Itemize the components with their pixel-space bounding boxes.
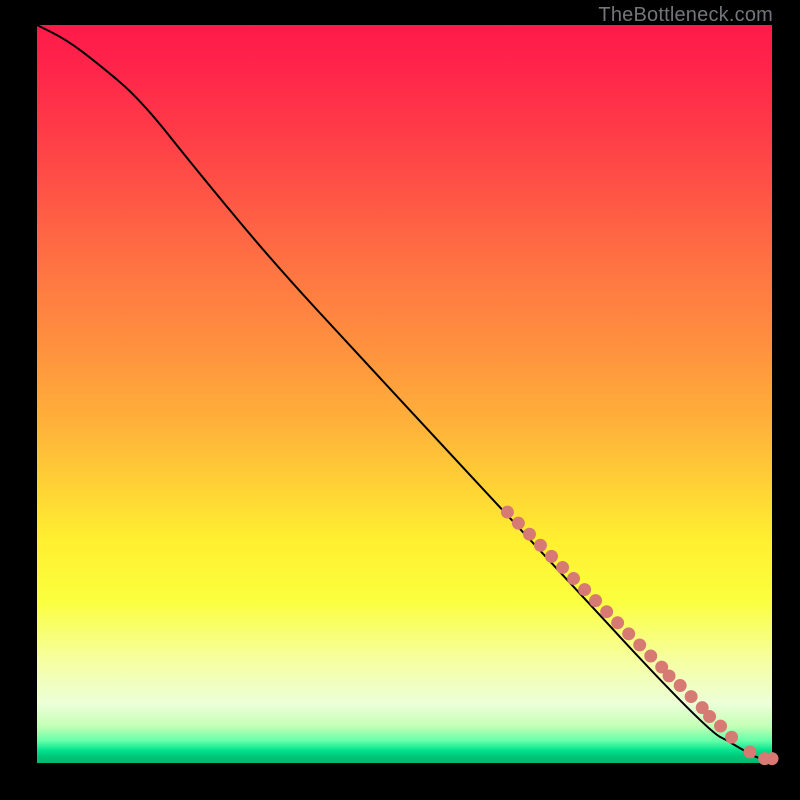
data-marker: [611, 616, 624, 629]
data-marker: [703, 710, 716, 723]
marker-group: [501, 506, 779, 765]
data-marker: [556, 561, 569, 574]
attribution-label: TheBottleneck.com: [598, 4, 773, 27]
curve-path: [37, 25, 772, 759]
data-marker: [600, 605, 613, 618]
data-marker: [725, 731, 738, 744]
data-marker: [663, 669, 676, 682]
data-marker: [644, 650, 657, 663]
data-marker: [534, 539, 547, 552]
data-marker: [501, 506, 514, 519]
data-marker: [674, 679, 687, 692]
data-marker: [523, 528, 536, 541]
data-marker: [766, 752, 779, 765]
data-marker: [633, 638, 646, 651]
data-marker: [714, 720, 727, 733]
data-marker: [512, 517, 525, 530]
chart-frame: TheBottleneck.com: [0, 0, 800, 800]
plot-area: [35, 25, 772, 765]
data-marker: [622, 627, 635, 640]
data-marker: [578, 583, 591, 596]
data-marker: [545, 550, 558, 563]
data-marker: [567, 572, 580, 585]
chart-svg: [37, 25, 772, 763]
data-marker: [743, 745, 756, 758]
data-marker: [685, 690, 698, 703]
data-marker: [589, 594, 602, 607]
